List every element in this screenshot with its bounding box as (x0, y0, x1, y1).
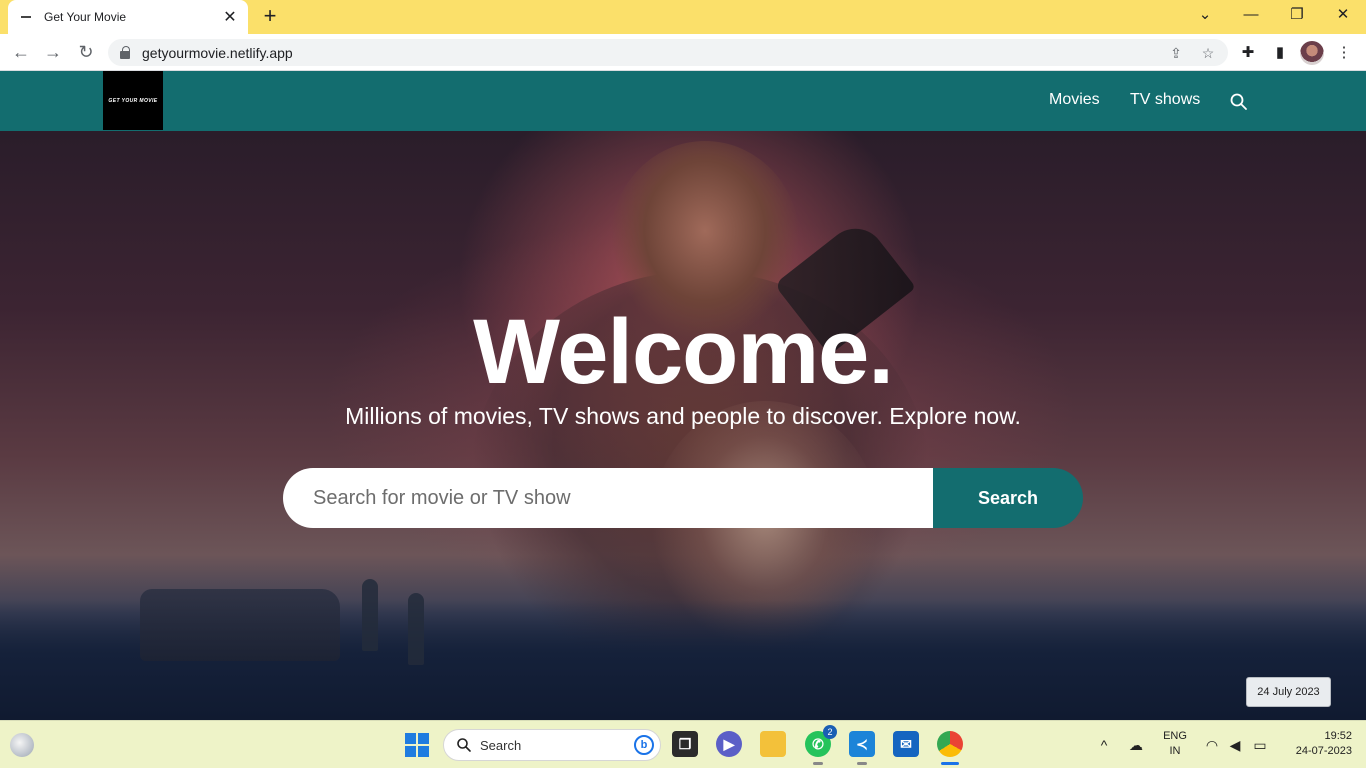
mail-icon[interactable]: ✉ (893, 731, 919, 757)
hero-title: Welcome. (473, 301, 894, 403)
lock-icon[interactable] (120, 45, 130, 59)
hero-background-truck (140, 589, 340, 661)
vscode-running-indicator (857, 762, 867, 765)
volume-icon[interactable]: ◀ (1225, 735, 1245, 755)
share-icon[interactable]: ⇪ (1165, 42, 1187, 64)
onedrive-offline-icon[interactable]: ☁ (1126, 735, 1146, 755)
window-close-button[interactable]: ✕ (1329, 4, 1357, 28)
bookmark-star-icon[interactable]: ☆ (1197, 42, 1219, 64)
nav-tv-shows-link[interactable]: TV shows (1130, 91, 1200, 109)
address-bar[interactable]: getyourmovie.netlify.app ⇪ ☆ (108, 39, 1228, 66)
browser-toolbar: ← → ↻ getyourmovie.netlify.app ⇪ ☆ ✚ ▮ ⋮ (0, 34, 1366, 71)
weather-widget-icon[interactable] (10, 733, 34, 757)
hero-background-person (408, 593, 424, 665)
taskbar-clock[interactable]: 19:52 24-07-2023 (1280, 729, 1352, 759)
header-search-icon[interactable] (1229, 92, 1249, 112)
new-tab-button[interactable]: + (258, 5, 282, 29)
hero-background-person (362, 579, 378, 651)
hero-search-button[interactable]: Search (933, 468, 1083, 528)
back-arrow-icon[interactable]: ← (9, 41, 33, 65)
hero-subtitle: Millions of movies, TV shows and people … (345, 403, 1021, 429)
side-panel-icon[interactable]: ▮ (1268, 41, 1292, 65)
extensions-puzzle-icon[interactable]: ✚ (1236, 41, 1260, 65)
tab-title: Get Your Movie (44, 10, 127, 24)
taskbar-search-icon (457, 738, 471, 752)
logo-text: GET YOUR MOVIE (108, 97, 158, 104)
forward-arrow-icon[interactable]: → (41, 41, 65, 65)
bing-icon[interactable]: b (634, 735, 654, 755)
reload-icon[interactable]: ↻ (74, 41, 98, 65)
clock-time: 19:52 (1324, 730, 1352, 742)
site-header: GET YOUR MOVIE Movies TV shows (0, 71, 1366, 131)
hero-banner: Welcome. Millions of movies, TV shows an… (0, 131, 1366, 720)
vscode-icon[interactable]: ≺ (849, 731, 875, 757)
url-text[interactable]: getyourmovie.netlify.app (142, 45, 293, 61)
taskbar-search-label: Search (480, 737, 522, 753)
clock-date: 24-07-2023 (1295, 745, 1352, 757)
task-view-icon[interactable]: ❐ (672, 731, 698, 757)
chrome-menu-icon[interactable]: ⋮ (1332, 41, 1356, 65)
windows-start-icon[interactable] (405, 733, 429, 757)
profile-avatar[interactable] (1300, 41, 1324, 65)
tab-search-chevron-icon[interactable]: ⌄ (1191, 4, 1219, 28)
browser-tab[interactable]: Get Your Movie ✕ (8, 0, 248, 34)
whatsapp-running-indicator (813, 762, 823, 765)
language-code: ENG (1163, 730, 1187, 742)
battery-icon[interactable]: ▭ (1250, 735, 1270, 755)
chrome-icon[interactable] (937, 731, 963, 757)
hero-search-input[interactable] (283, 468, 933, 528)
file-explorer-icon[interactable] (760, 731, 786, 757)
chrome-active-indicator (941, 762, 959, 765)
date-tooltip: 24 July 2023 (1246, 677, 1331, 707)
tab-favicon-icon (18, 9, 34, 25)
browser-tab-strip: Get Your Movie ✕ + ⌄ — ❐ ✕ (0, 0, 1366, 34)
wifi-icon[interactable]: ◠ (1202, 735, 1222, 755)
nav-movies-link[interactable]: Movies (1049, 91, 1100, 109)
hero-search-form: Search (283, 468, 1083, 528)
windows-taskbar: Search b ❐ ▶ ✆ 2 ≺ ✉ ^ ☁ ENG IN ◠ ◀ ▭ 19… (0, 720, 1366, 768)
tab-close-icon[interactable]: ✕ (222, 7, 238, 27)
tray-overflow-chevron-icon[interactable]: ^ (1094, 735, 1114, 755)
window-restore-button[interactable]: ❐ (1283, 4, 1311, 28)
language-indicator[interactable]: ENG IN (1160, 729, 1190, 759)
teams-chat-icon[interactable]: ▶ (716, 731, 742, 757)
language-region: IN (1169, 745, 1181, 757)
taskbar-search-box[interactable]: Search b (443, 729, 661, 761)
site-logo[interactable]: GET YOUR MOVIE (103, 71, 163, 130)
window-minimize-button[interactable]: — (1237, 4, 1265, 28)
whatsapp-badge: 2 (823, 725, 837, 739)
whatsapp-icon[interactable]: ✆ 2 (805, 725, 837, 757)
